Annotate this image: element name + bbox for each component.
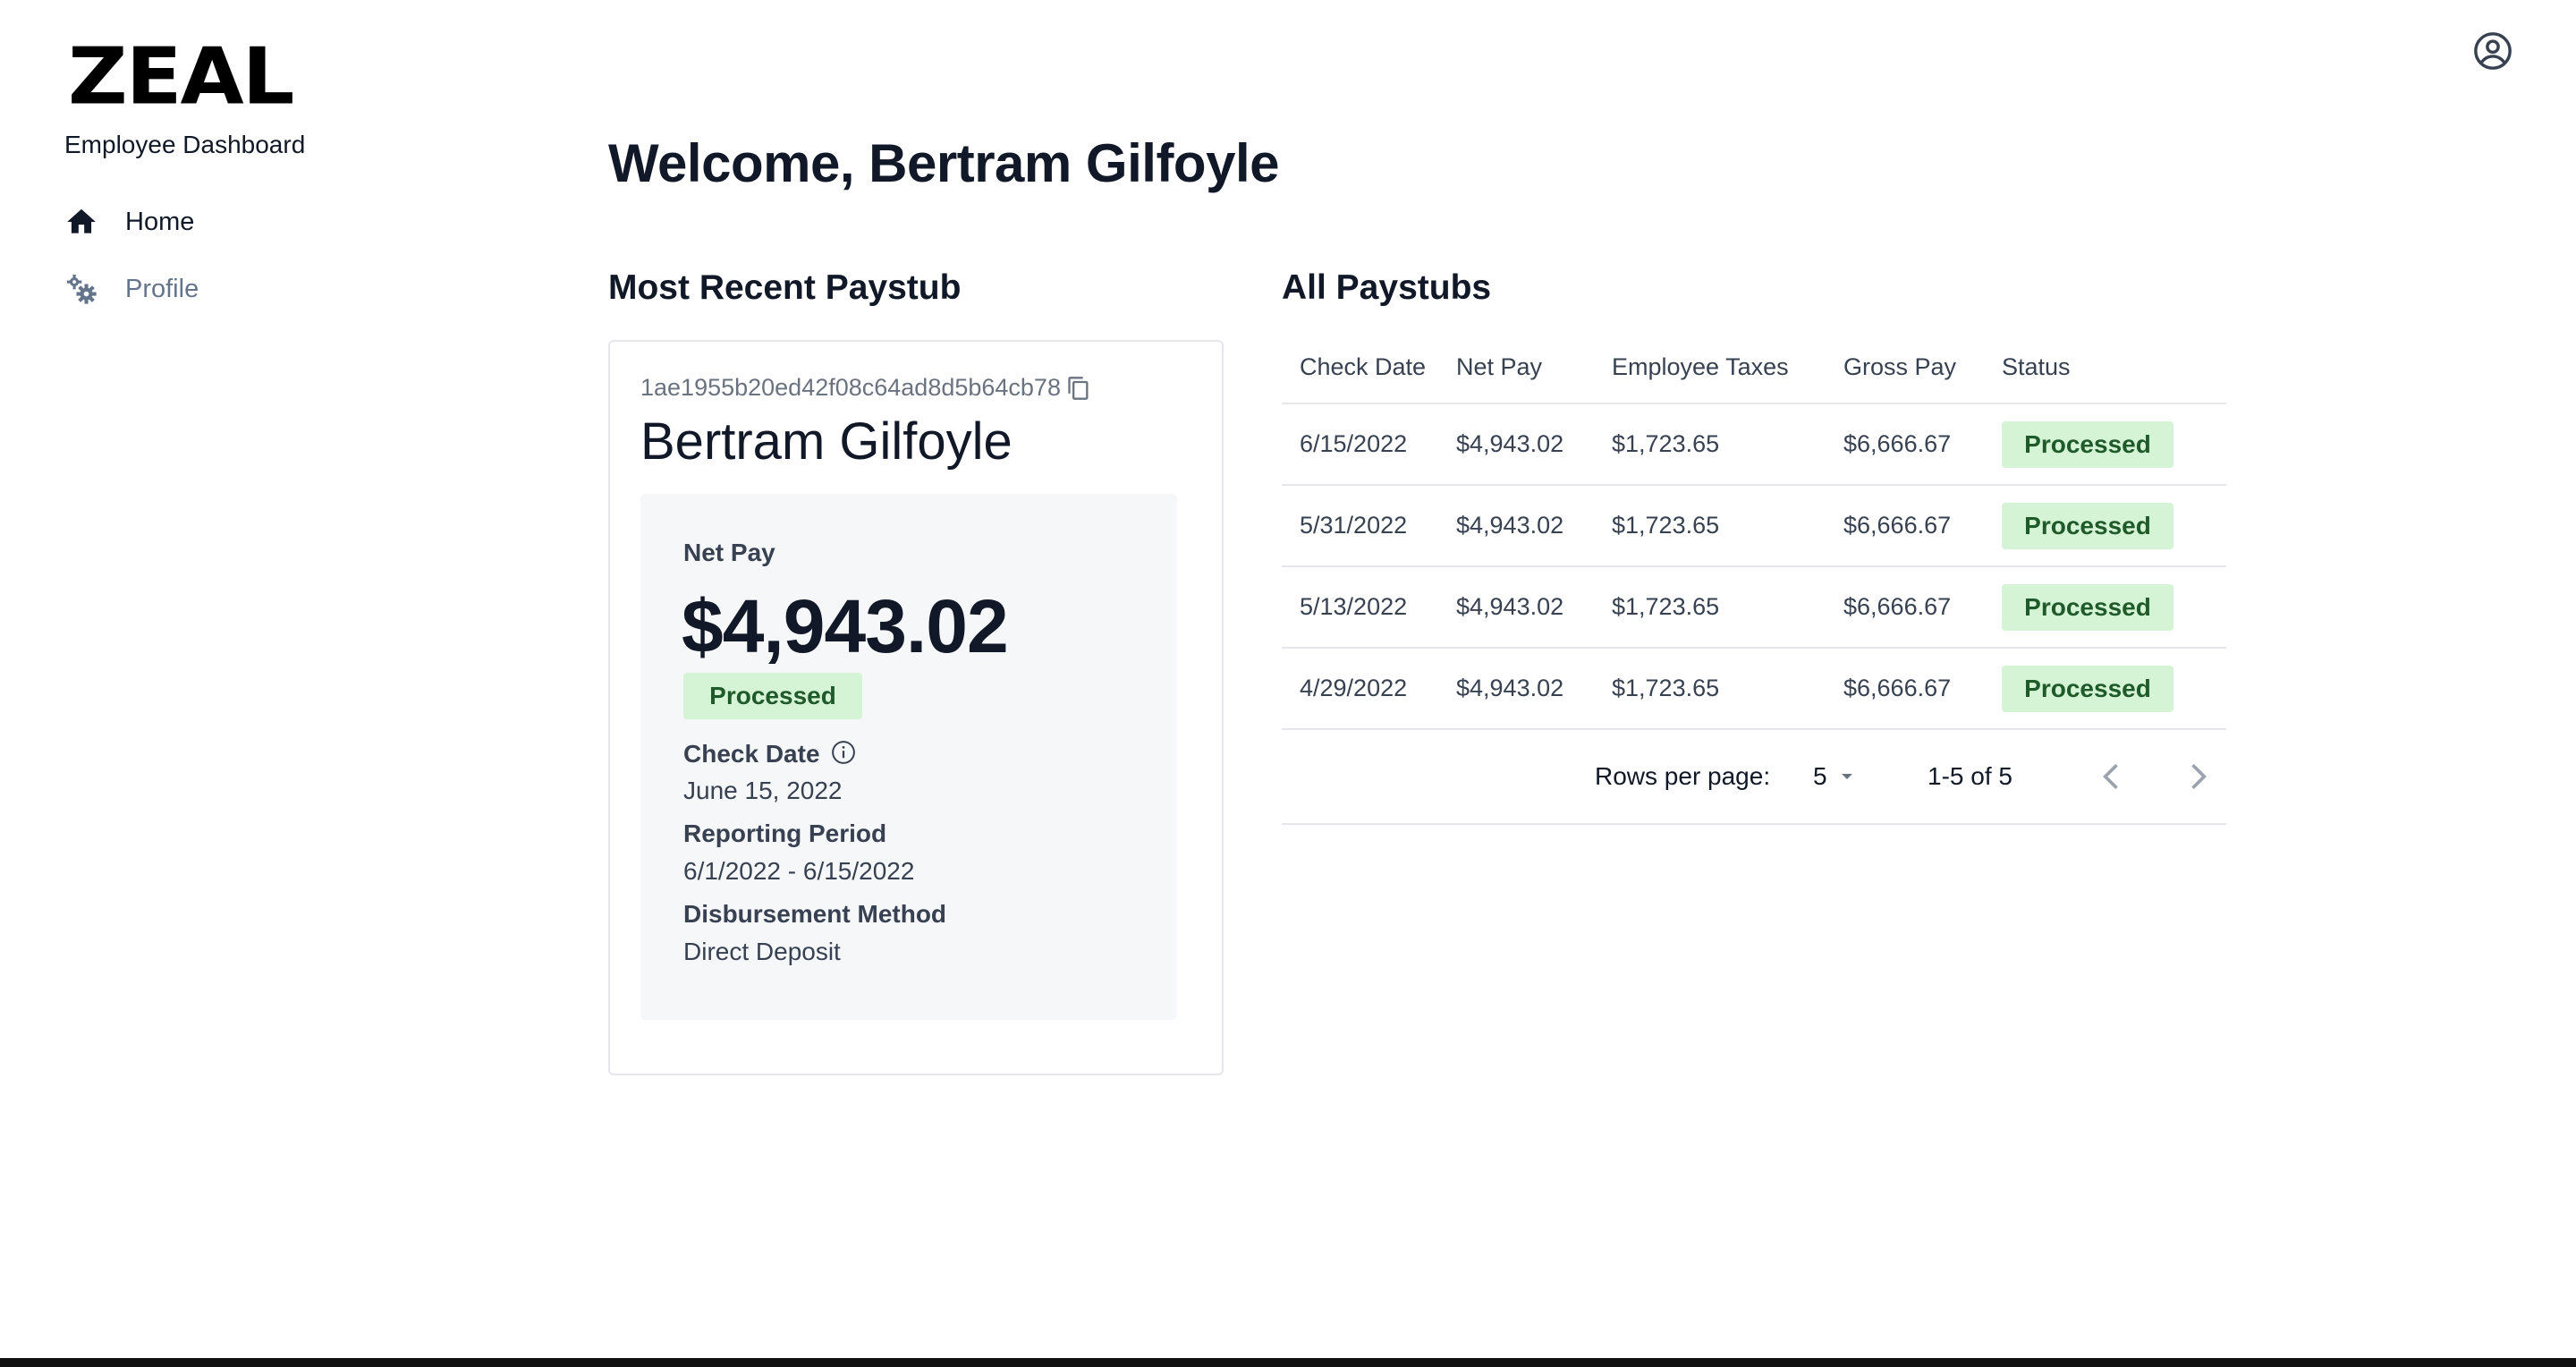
cell-status: Processed — [2002, 485, 2226, 567]
column-header-status[interactable]: Status — [2002, 331, 2226, 404]
chevron-left-icon[interactable] — [2092, 757, 2131, 796]
column-header-gross-pay[interactable]: Gross Pay — [1843, 331, 2002, 404]
table-row[interactable]: 5/31/2022 $4,943.02 $1,723.65 $6,666.67 … — [1282, 485, 2226, 567]
copy-icon[interactable] — [1066, 376, 1091, 401]
sidebar-item-home[interactable]: Home — [64, 199, 194, 245]
sidebar-item-profile[interactable]: Profile — [64, 266, 199, 312]
recent-paystub-title: Most Recent Paystub — [608, 268, 962, 307]
status-badge: Processed — [2002, 583, 2174, 631]
cell-employee-taxes: $1,723.65 — [1612, 403, 1843, 486]
cell-net-pay: $4,943.02 — [1456, 648, 1612, 730]
paystub-id-text: 1ae1955b20ed42f08c64ad8d5b64cb78 — [640, 374, 1061, 401]
paystub-id: 1ae1955b20ed42f08c64ad8d5b64cb78 — [640, 374, 1091, 402]
cell-status: Processed — [2002, 403, 2226, 486]
sidebar-item-label: Home — [125, 207, 195, 236]
rows-per-page-value: 5 — [1813, 762, 1827, 790]
page-title: Welcome, Bertram Gilfoyle — [608, 133, 1279, 193]
column-header-employee-taxes[interactable]: Employee Taxes — [1612, 331, 1843, 404]
all-paystubs-title: All Paystubs — [1282, 268, 1492, 307]
disbursement-method-label: Disbursement Method — [683, 900, 947, 928]
zeal-logo: ZEAL — [68, 30, 294, 123]
cell-check-date: 5/13/2022 — [1282, 566, 1456, 649]
cell-net-pay: $4,943.02 — [1456, 403, 1612, 486]
cell-employee-taxes: $1,723.65 — [1612, 566, 1843, 649]
status-badge: Processed — [2002, 420, 2174, 468]
cell-employee-taxes: $1,723.65 — [1612, 648, 1843, 730]
cell-check-date: 6/15/2022 — [1282, 403, 1456, 486]
table-row[interactable]: 5/13/2022 $4,943.02 $1,723.65 $6,666.67 … — [1282, 566, 2226, 649]
window-bottom-edge — [0, 1358, 2576, 1367]
cell-gross-pay: $6,666.67 — [1843, 485, 2002, 567]
table-row[interactable]: 4/29/2022 $4,943.02 $1,723.65 $6,666.67 … — [1282, 648, 2226, 730]
pagination-range: 1-5 of 5 — [1928, 762, 2012, 790]
app-window: ZEAL Employee Dashboard Home Profile Wel… — [0, 0, 2576, 1367]
cell-gross-pay: $6,666.67 — [1843, 648, 2002, 730]
cell-check-date: 5/31/2022 — [1282, 485, 1456, 567]
account-circle-icon[interactable] — [2472, 30, 2513, 72]
cell-check-date: 4/29/2022 — [1282, 648, 1456, 730]
caret-down-icon — [1841, 774, 1852, 779]
table-pagination: Rows per page: 5 1-5 of 5 — [1282, 730, 2226, 825]
table-header-row: Check Date Net Pay Employee Taxes Gross … — [1282, 331, 2226, 404]
cell-employee-taxes: $1,723.65 — [1612, 485, 1843, 567]
column-header-check-date[interactable]: Check Date — [1282, 331, 1456, 404]
rows-per-page-select[interactable]: 5 — [1813, 762, 1858, 791]
status-badge: Processed — [2002, 502, 2174, 549]
status-badge: Processed — [683, 673, 862, 719]
cell-gross-pay: $6,666.67 — [1843, 403, 2002, 486]
column-header-net-pay[interactable]: Net Pay — [1456, 331, 1612, 404]
sidebar-item-label: Profile — [125, 274, 199, 303]
disbursement-method-value: Direct Deposit — [683, 938, 841, 965]
cell-status: Processed — [2002, 648, 2226, 730]
paystubs-table: Check Date Net Pay Employee Taxes Gross … — [1282, 331, 2226, 825]
employee-name: Bertram Gilfoyle — [640, 412, 1013, 471]
reporting-period-value: 6/1/2022 - 6/15/2022 — [683, 857, 915, 885]
app-subtitle: Employee Dashboard — [64, 131, 306, 158]
net-pay-amount: $4,943.02 — [682, 584, 1009, 668]
table-row[interactable]: 6/15/2022 $4,943.02 $1,723.65 $6,666.67 … — [1282, 403, 2226, 486]
check-date-value: June 15, 2022 — [683, 777, 843, 804]
cell-net-pay: $4,943.02 — [1456, 566, 1612, 649]
net-pay-label: Net Pay — [683, 539, 775, 566]
cell-net-pay: $4,943.02 — [1456, 485, 1612, 567]
recent-paystub-card: 1ae1955b20ed42f08c64ad8d5b64cb78 Bertram… — [608, 340, 1224, 1075]
chevron-right-icon[interactable] — [2178, 757, 2217, 796]
reporting-period-label: Reporting Period — [683, 819, 887, 847]
cell-gross-pay: $6,666.67 — [1843, 566, 2002, 649]
check-date-label: Check Date — [683, 739, 857, 768]
status-badge: Processed — [2002, 665, 2174, 712]
info-icon[interactable] — [830, 739, 857, 766]
cell-status: Processed — [2002, 566, 2226, 649]
home-icon — [67, 208, 96, 233]
paystub-details: Net Pay $4,943.02 Processed Check Date J… — [640, 494, 1177, 1020]
rows-per-page-label: Rows per page: — [1595, 762, 1771, 790]
gears-icon — [66, 274, 97, 304]
check-date-label-text: Check Date — [683, 740, 820, 768]
